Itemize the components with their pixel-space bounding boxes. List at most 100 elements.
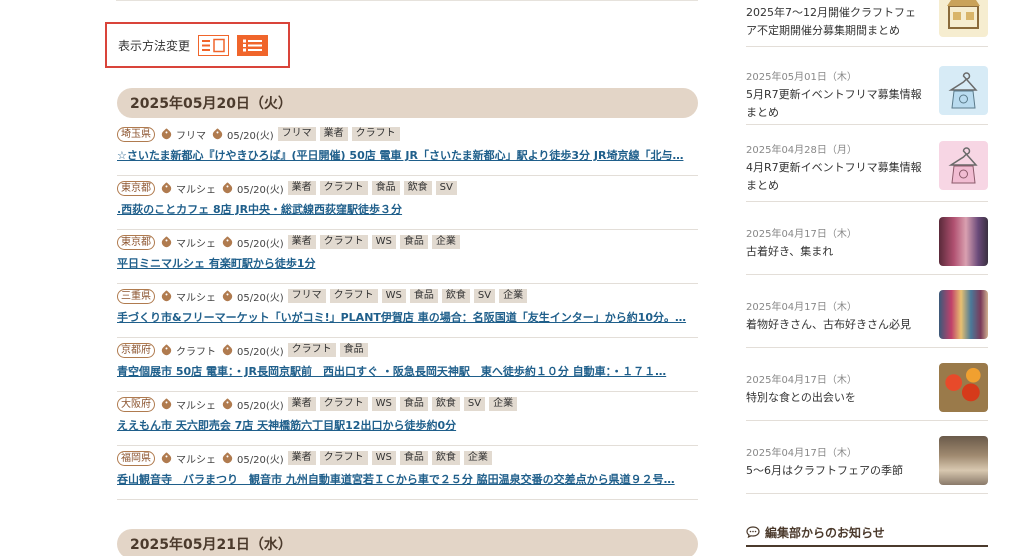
top-divider [116, 0, 698, 1]
event-category: フリマ [176, 130, 206, 142]
event-title-link[interactable]: ☆さいたま新都心『けやきひろば』(平日開催) 50店 電車 JR「さいたま新都心… [117, 147, 698, 163]
article-title[interactable]: 2025年7〜12月開催クラフトフェア不定期開催分募集期間まとめ [746, 0, 926, 40]
prefecture-badge[interactable]: 京都府 [117, 342, 155, 358]
tag-icon [160, 235, 173, 249]
sidebar-article[interactable]: 2025年04月28日（月） 4月R7更新イベントフリマ募集情報まとめ [746, 125, 988, 202]
event-meta: 三重県 マルシェ 05/20(火) フリマ クラフト WS 食品 飲食 SV 企… [117, 288, 698, 304]
sidebar-article[interactable]: 2025年04月17日（木） 5〜6月はクラフトフェアの季節 [746, 421, 988, 494]
event-title-link[interactable]: 手づくり市&フリーマーケット「いがコミ!」PLANT伊賀店 車の場合：名阪国道「… [117, 309, 698, 325]
event-meta: 埼玉県 フリマ 05/20(火) フリマ 業者 クラフト [117, 126, 698, 142]
event-date: 05/20(火) [237, 346, 284, 358]
event-chip: クラフト [319, 235, 368, 249]
event-date: 05/20(火) [227, 130, 274, 142]
tag-icon [221, 289, 234, 303]
event-item: 京都府 クラフト 05/20(火) クラフト 食品 青空個展市 50店 電車：・… [117, 338, 698, 392]
article-title[interactable]: 4月R7更新イベントフリマ募集情報まとめ [746, 159, 926, 195]
event-chip: 食品 [399, 397, 428, 411]
tag-icon [221, 451, 234, 465]
event-chip: 業者 [287, 235, 316, 249]
event-chip: 飲食 [441, 289, 470, 303]
event-title-link[interactable]: 青空個展市 50店 電車：・JR長岡京駅前 西出口すぐ ・阪急長岡天神駅 東へ徒… [117, 363, 698, 379]
prefecture-badge[interactable]: 三重県 [117, 288, 155, 304]
event-chip: WS [371, 235, 396, 249]
list-view-button[interactable] [237, 34, 269, 56]
speech-bubble-icon [746, 526, 760, 538]
event-category: マルシェ [176, 184, 216, 196]
tag-icon [160, 127, 173, 141]
event-chip: クラフト [351, 127, 400, 141]
sidebar-article[interactable]: 2025年7〜12月開催クラフトフェア不定期開催分募集期間まとめ [746, 0, 988, 47]
sidebar-article[interactable]: 2025年04月17日（木） 特別な食との出会いを [746, 348, 988, 421]
event-chip: クラフト [329, 289, 378, 303]
used-clothing-photo [939, 217, 988, 266]
kimono-photo [939, 290, 988, 339]
food-photo [939, 363, 988, 412]
event-date: 05/20(火) [237, 400, 284, 412]
event-meta: 大阪府 マルシェ 05/20(火) 業者 クラフト WS 食品 飲食 SV 企業 [117, 396, 698, 412]
article-title[interactable]: 特別な食との出会いを [746, 389, 926, 407]
clothes-hanger-icon [939, 66, 988, 115]
craft-fair-icon [939, 0, 988, 37]
clothes-hanger-icon [939, 141, 988, 190]
event-chip: クラフト [319, 397, 368, 411]
event-title-link[interactable]: 平日ミニマルシェ 有楽町駅から徒歩1分 [117, 255, 698, 271]
event-category: マルシェ [176, 292, 216, 304]
article-title[interactable]: 5〜6月はクラフトフェアの季節 [746, 462, 926, 480]
event-date: 05/20(火) [237, 454, 284, 466]
notice-heading-label: 編集部からのお知らせ [765, 525, 885, 540]
card-view-icon [202, 38, 225, 52]
event-chip: WS [381, 289, 406, 303]
event-chip: クラフト [287, 343, 336, 357]
tag-icon [160, 451, 173, 465]
prefecture-badge[interactable]: 東京都 [117, 234, 155, 250]
list-view-icon [243, 39, 263, 51]
event-category: クラフト [176, 346, 216, 358]
sidebar-article[interactable]: 2025年04月17日（木） 古着好き、集まれ [746, 202, 988, 275]
tag-icon [221, 235, 234, 249]
sidebar-article[interactable]: 2025年05月01日（木） 5月R7更新イベントフリマ募集情報まとめ [746, 55, 988, 125]
event-date: 05/20(火) [237, 184, 284, 196]
prefecture-badge[interactable]: 東京都 [117, 180, 155, 196]
event-chip: SV [473, 289, 496, 303]
sidebar-article[interactable]: 2025年04月17日（木） 着物好きさん、古布好きさん必見 [746, 275, 988, 348]
event-chip: 飲食 [431, 451, 460, 465]
event-chip: WS [371, 397, 396, 411]
event-chip: クラフト [319, 451, 368, 465]
event-chip: 企業 [463, 451, 492, 465]
event-chip: 業者 [287, 397, 316, 411]
event-chip: SV [435, 181, 457, 195]
event-chip: 企業 [499, 289, 528, 303]
event-chip: SV [463, 397, 486, 411]
event-category: マルシェ [176, 400, 216, 412]
event-chip: フリマ [277, 127, 316, 141]
article-title[interactable]: 5月R7更新イベントフリマ募集情報まとめ [746, 86, 926, 122]
event-chip: 業者 [287, 451, 316, 465]
tag-icon [221, 181, 234, 195]
event-date: 05/20(火) [237, 292, 284, 304]
tag-icon [160, 397, 173, 411]
event-chip: 飲食 [431, 397, 460, 411]
event-item: 埼玉県 フリマ 05/20(火) フリマ 業者 クラフト ☆さいたま新都心『けや… [117, 122, 698, 176]
view-toggle-label: 表示方法変更 [118, 38, 191, 53]
article-title[interactable]: 古着好き、集まれ [746, 243, 926, 261]
event-chip: 食品 [409, 289, 438, 303]
date-header: 2025年05月20日（火） [117, 88, 698, 118]
tag-icon [221, 397, 234, 411]
event-chip: 業者 [287, 181, 316, 195]
event-meta: 東京都 マルシェ 05/20(火) 業者 クラフト WS 食品 企業 [117, 234, 698, 250]
event-chip: フリマ [287, 289, 326, 303]
event-title-link[interactable]: 呑山観音寺 バラまつり 観音市 九州自動車道宮若ＩＣから車で２５分 脇田温泉交番… [117, 471, 698, 487]
prefecture-badge[interactable]: 福岡県 [117, 450, 155, 466]
prefecture-badge[interactable]: 埼玉県 [117, 126, 155, 142]
tag-icon [160, 343, 173, 357]
view-toggle-panel: 表示方法変更 [105, 22, 290, 68]
notice-heading: 編集部からのお知らせ [746, 519, 988, 547]
tag-icon [160, 289, 173, 303]
event-list: 埼玉県 フリマ 05/20(火) フリマ 業者 クラフト ☆さいたま新都心『けや… [117, 122, 698, 500]
card-view-button[interactable] [198, 34, 230, 56]
prefecture-badge[interactable]: 大阪府 [117, 396, 155, 412]
event-title-link[interactable]: .西荻のことカフェ 8店 JR中央・総武線西荻窪駅徒歩３分 [117, 201, 698, 217]
tag-icon [160, 181, 173, 195]
article-title[interactable]: 着物好きさん、古布好きさん必見 [746, 316, 926, 334]
event-title-link[interactable]: ええもん市 天六即売会 7店 天神橋筋六丁目駅12出口から徒歩約0分 [117, 417, 698, 433]
